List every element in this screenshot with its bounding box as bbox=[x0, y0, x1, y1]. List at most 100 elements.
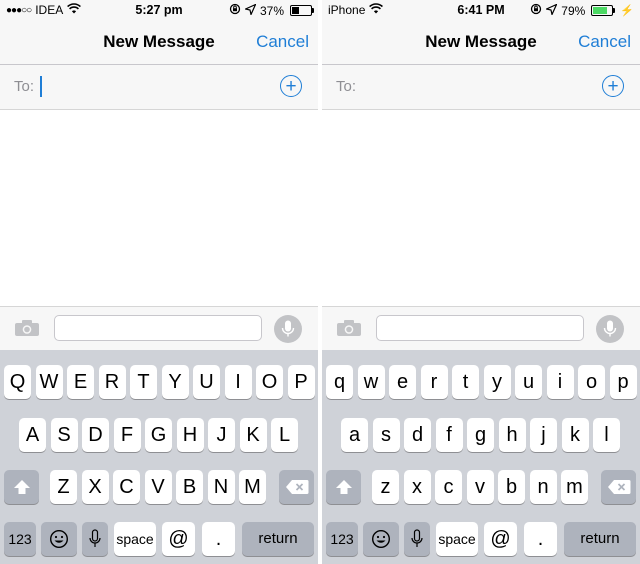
to-label: To: bbox=[14, 78, 35, 95]
message-body bbox=[0, 110, 318, 306]
key-f[interactable]: F bbox=[113, 418, 141, 452]
location-arrow-icon bbox=[243, 2, 257, 18]
space-key[interactable]: space bbox=[436, 522, 478, 556]
return-key[interactable]: return bbox=[564, 522, 636, 556]
key-q[interactable]: Q bbox=[4, 365, 31, 399]
space-key[interactable]: space bbox=[114, 522, 156, 556]
dictation-key[interactable] bbox=[82, 522, 108, 556]
navigation-bar: New Message Cancel bbox=[0, 22, 318, 65]
recipient-field[interactable]: To: + bbox=[0, 65, 318, 110]
key-m[interactable]: M bbox=[239, 470, 266, 504]
shift-key[interactable] bbox=[4, 470, 39, 504]
key-t[interactable]: t bbox=[452, 365, 479, 399]
numbers-key[interactable]: 123 bbox=[4, 522, 36, 556]
cancel-button[interactable]: Cancel bbox=[578, 32, 631, 52]
key-z[interactable]: Z bbox=[50, 470, 77, 504]
key-p[interactable]: P bbox=[287, 365, 315, 399]
key-v[interactable]: v bbox=[466, 470, 494, 504]
status-bar: ●●●○○ IDEA 5:27 pm 37% bbox=[0, 0, 318, 22]
key-c[interactable]: C bbox=[113, 470, 140, 504]
key-r[interactable]: r bbox=[420, 365, 448, 399]
microphone-icon[interactable] bbox=[274, 315, 302, 343]
key-y[interactable]: Y bbox=[161, 365, 189, 399]
period-key[interactable]: . bbox=[524, 522, 557, 556]
key-h[interactable]: H bbox=[176, 418, 204, 452]
key-b[interactable]: b bbox=[498, 470, 525, 504]
text-cursor bbox=[40, 76, 42, 97]
key-x[interactable]: x bbox=[403, 470, 431, 504]
cancel-button[interactable]: Cancel bbox=[256, 32, 309, 52]
key-m[interactable]: m bbox=[561, 470, 588, 504]
battery-icon bbox=[290, 5, 314, 16]
status-right: 79% ⚡ bbox=[530, 2, 634, 18]
message-body bbox=[322, 110, 640, 306]
charging-bolt-icon: ⚡ bbox=[620, 5, 634, 17]
key-w[interactable]: W bbox=[35, 365, 63, 399]
screen-right: iPhone 6:41 PM 79% ⚡ New Message Cancel To: + q w… bbox=[322, 0, 640, 564]
message-input[interactable] bbox=[54, 315, 262, 341]
add-contact-icon[interactable]: + bbox=[602, 75, 624, 97]
key-i[interactable]: i bbox=[546, 365, 574, 399]
key-y[interactable]: y bbox=[483, 365, 511, 399]
to-label: To: bbox=[336, 78, 357, 95]
battery-level bbox=[292, 7, 299, 14]
numbers-key[interactable]: 123 bbox=[326, 522, 358, 556]
key-t[interactable]: T bbox=[130, 365, 157, 399]
key-j[interactable]: j bbox=[530, 418, 557, 452]
key-l[interactable]: l bbox=[593, 418, 620, 452]
key-n[interactable]: n bbox=[529, 470, 557, 504]
key-g[interactable]: g bbox=[467, 418, 494, 452]
key-r[interactable]: R bbox=[98, 365, 126, 399]
dictation-key[interactable] bbox=[404, 522, 430, 556]
key-g[interactable]: G bbox=[145, 418, 172, 452]
key-l[interactable]: L bbox=[271, 418, 298, 452]
orientation-lock-icon bbox=[530, 3, 542, 18]
period-key[interactable]: . bbox=[202, 522, 235, 556]
key-o[interactable]: o bbox=[578, 365, 605, 399]
delete-key[interactable] bbox=[279, 470, 314, 504]
key-z[interactable]: z bbox=[372, 470, 399, 504]
at-key[interactable]: @ bbox=[484, 522, 517, 556]
camera-icon[interactable] bbox=[14, 319, 40, 337]
emoji-key[interactable] bbox=[41, 522, 77, 556]
emoji-key[interactable] bbox=[363, 522, 399, 556]
key-k[interactable]: k bbox=[561, 418, 589, 452]
orientation-lock-icon bbox=[229, 3, 241, 18]
key-u[interactable]: u bbox=[515, 365, 542, 399]
delete-key[interactable] bbox=[601, 470, 636, 504]
key-x[interactable]: X bbox=[81, 470, 109, 504]
camera-icon[interactable] bbox=[336, 319, 362, 337]
key-h[interactable]: h bbox=[498, 418, 526, 452]
microphone-icon[interactable] bbox=[596, 315, 624, 343]
key-k[interactable]: K bbox=[239, 418, 267, 452]
key-i[interactable]: I bbox=[224, 365, 252, 399]
key-a[interactable]: A bbox=[19, 418, 46, 452]
key-s[interactable]: s bbox=[372, 418, 400, 452]
message-input[interactable] bbox=[376, 315, 584, 341]
key-o[interactable]: O bbox=[256, 365, 283, 399]
key-q[interactable]: q bbox=[326, 365, 353, 399]
key-n[interactable]: N bbox=[207, 470, 235, 504]
key-a[interactable]: a bbox=[341, 418, 368, 452]
add-contact-icon[interactable]: + bbox=[280, 75, 302, 97]
key-j[interactable]: J bbox=[208, 418, 235, 452]
status-right: 37% bbox=[229, 2, 314, 18]
battery-icon bbox=[591, 5, 616, 16]
key-d[interactable]: d bbox=[404, 418, 431, 452]
recipient-field[interactable]: To: + bbox=[322, 65, 640, 110]
key-s[interactable]: S bbox=[50, 418, 78, 452]
key-d[interactable]: D bbox=[82, 418, 109, 452]
navigation-bar: New Message Cancel bbox=[322, 22, 640, 65]
key-w[interactable]: w bbox=[357, 365, 385, 399]
key-p[interactable]: p bbox=[609, 365, 637, 399]
key-e[interactable]: e bbox=[389, 365, 416, 399]
key-b[interactable]: B bbox=[176, 470, 203, 504]
key-u[interactable]: U bbox=[193, 365, 220, 399]
key-v[interactable]: V bbox=[144, 470, 172, 504]
key-f[interactable]: f bbox=[435, 418, 463, 452]
shift-key[interactable] bbox=[326, 470, 361, 504]
key-e[interactable]: E bbox=[67, 365, 94, 399]
key-c[interactable]: c bbox=[435, 470, 462, 504]
at-key[interactable]: @ bbox=[162, 522, 195, 556]
return-key[interactable]: return bbox=[242, 522, 314, 556]
